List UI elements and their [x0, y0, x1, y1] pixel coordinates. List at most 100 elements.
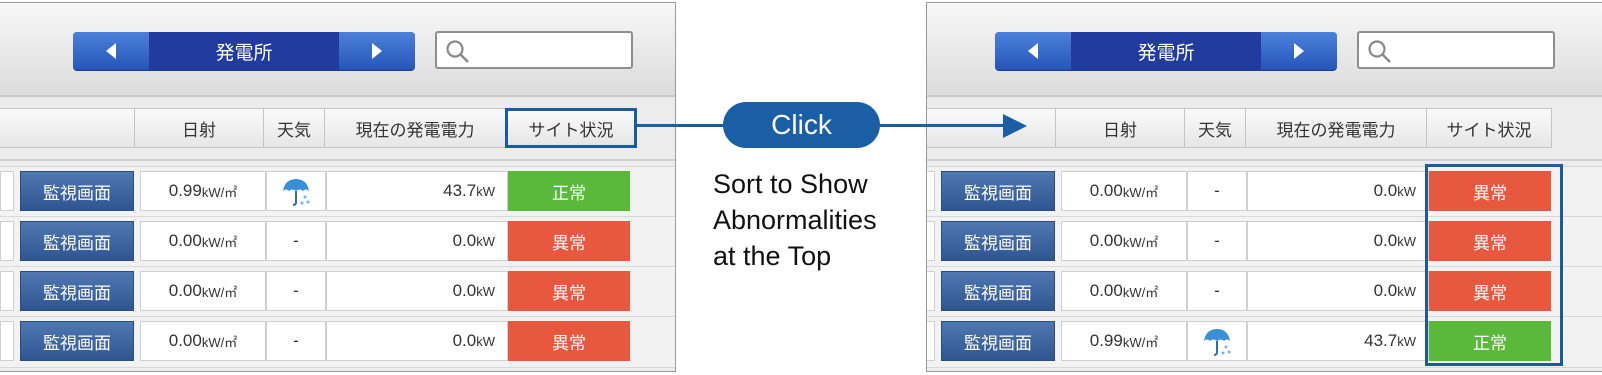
monitor-screen-button[interactable]: 監視画面	[20, 321, 134, 361]
monitor-screen-button[interactable]: 監視画面	[941, 271, 1055, 311]
irradiance-cell: 0.00 kW/㎡	[140, 321, 266, 361]
weather-value: -	[293, 231, 299, 250]
power-unit: kW	[1397, 233, 1416, 249]
header-blank	[927, 108, 1056, 148]
search-input[interactable]	[1357, 31, 1555, 69]
power-value: 0.0	[452, 331, 477, 350]
weather-value: -	[1214, 231, 1220, 250]
power-value: 0.0	[1373, 181, 1398, 200]
connector-line	[637, 124, 725, 127]
sorted-status-highlight	[1425, 164, 1563, 366]
status-badge: 異常	[508, 271, 630, 311]
power-value: 0.0	[1373, 231, 1398, 250]
irradiance-cell: 0.00 kW/㎡	[1061, 171, 1187, 211]
irradiance-cell: 0.00 kW/㎡	[1061, 271, 1187, 311]
power-unit: kW	[476, 183, 495, 199]
header-weather[interactable]: 天気	[1184, 108, 1246, 148]
weather-cell	[1187, 321, 1247, 361]
weather-cell: -	[266, 271, 326, 311]
caption-line: Sort to Show	[713, 169, 868, 199]
monitor-button-label: 監視画面	[43, 233, 111, 253]
header-power[interactable]: 現在の発電電力	[324, 108, 506, 148]
weather-cell: -	[1187, 271, 1247, 311]
irradiance-value: 0.99	[168, 181, 202, 200]
prev-plant-button[interactable]	[995, 32, 1071, 70]
chevron-left-icon	[106, 43, 116, 59]
status-label: 正常	[552, 183, 586, 203]
weather-value: -	[1214, 181, 1220, 200]
power-cell: 0.0 kW	[1247, 221, 1429, 261]
monitor-button-label: 監視画面	[43, 283, 111, 303]
header-power[interactable]: 現在の発電電力	[1245, 108, 1427, 148]
status-badge: 正常	[508, 171, 630, 211]
irradiance-cell: 0.99 kW/㎡	[1061, 321, 1187, 361]
plant-title: 発電所	[1071, 32, 1261, 70]
irradiance-cell: 0.00 kW/㎡	[140, 271, 266, 311]
power-cell: 0.0 kW	[326, 221, 508, 261]
irradiance-value: 0.00	[168, 231, 202, 250]
arrow-head-icon	[1003, 114, 1027, 138]
monitor-screen-button[interactable]: 監視画面	[20, 171, 134, 211]
power-unit: kW	[1397, 183, 1416, 199]
table-row: 監視画面 0.00 kW/㎡ - 0.0 kW 異常	[0, 316, 675, 368]
weather-cell: -	[1187, 171, 1247, 211]
monitor-button-label: 監視画面	[43, 183, 111, 203]
monitor-screen-button[interactable]: 監視画面	[941, 171, 1055, 211]
chevron-right-icon	[1294, 43, 1304, 59]
irradiance-unit: kW/㎡	[1122, 234, 1159, 250]
plant-navigator: 発電所	[995, 32, 1337, 70]
prev-plant-button[interactable]	[73, 32, 149, 70]
power-cell: 0.0 kW	[326, 321, 508, 361]
header-irradiance[interactable]: 日射	[134, 108, 264, 148]
status-label: 異常	[552, 333, 586, 353]
power-unit: kW	[476, 283, 495, 299]
next-plant-button[interactable]	[1261, 32, 1337, 70]
row-left-stub	[0, 171, 14, 211]
row-left-stub	[0, 221, 14, 261]
monitor-button-label: 監視画面	[964, 333, 1032, 353]
panel-before-sort: 発電所 日射 天気 現在の発電電力 サイト状況 監視画面 0.99 kW/㎡ 43.7…	[0, 2, 676, 372]
plant-navigator: 発電所	[73, 32, 415, 70]
table-row: 監視画面 0.99 kW/㎡ 43.7 kW 正常	[0, 166, 675, 218]
monitor-screen-button[interactable]: 監視画面	[941, 221, 1055, 261]
header-irradiance[interactable]: 日射	[1055, 108, 1185, 148]
power-unit: kW	[476, 333, 495, 349]
power-value: 0.0	[452, 281, 477, 300]
monitor-screen-button[interactable]: 監視画面	[20, 271, 134, 311]
weather-value: -	[293, 331, 299, 350]
weather-value: -	[1214, 281, 1220, 300]
row-left-stub	[0, 271, 14, 311]
power-cell: 43.7 kW	[1247, 321, 1429, 361]
sort-caption: Sort to Show Abnormalities at the Top	[713, 166, 923, 274]
irradiance-value: 0.00	[1089, 181, 1123, 200]
caption-line: Abnormalities	[713, 205, 877, 235]
rain-umbrella-icon	[283, 179, 310, 206]
weather-cell: -	[1187, 221, 1247, 261]
power-unit: kW	[1397, 333, 1416, 349]
search-icon	[446, 40, 469, 63]
irradiance-value: 0.00	[1089, 231, 1123, 250]
irradiance-unit: kW/㎡	[201, 234, 238, 250]
monitor-screen-button[interactable]: 監視画面	[20, 221, 134, 261]
header-site-status[interactable]: サイト状況	[505, 108, 637, 148]
status-label: 異常	[552, 233, 586, 253]
click-callout: Click	[723, 102, 880, 148]
next-plant-button[interactable]	[339, 32, 415, 70]
power-cell: 0.0 kW	[1247, 271, 1429, 311]
status-badge: 異常	[508, 321, 630, 361]
header-blank	[0, 108, 135, 148]
header-weather[interactable]: 天気	[263, 108, 325, 148]
search-input[interactable]	[435, 31, 633, 69]
irradiance-unit: kW/㎡	[201, 184, 238, 200]
irradiance-value: 0.00	[1089, 281, 1123, 300]
irradiance-unit: kW/㎡	[1122, 334, 1159, 350]
monitor-button-label: 監視画面	[43, 333, 111, 353]
header-site-status[interactable]: サイト状況	[1426, 108, 1552, 148]
weather-value: -	[293, 281, 299, 300]
power-cell: 0.0 kW	[1247, 171, 1429, 211]
power-cell: 0.0 kW	[326, 271, 508, 311]
monitor-screen-button[interactable]: 監視画面	[941, 321, 1055, 361]
click-label: Click	[771, 109, 832, 140]
irradiance-unit: kW/㎡	[1122, 184, 1159, 200]
connector-arrow	[880, 124, 1006, 127]
